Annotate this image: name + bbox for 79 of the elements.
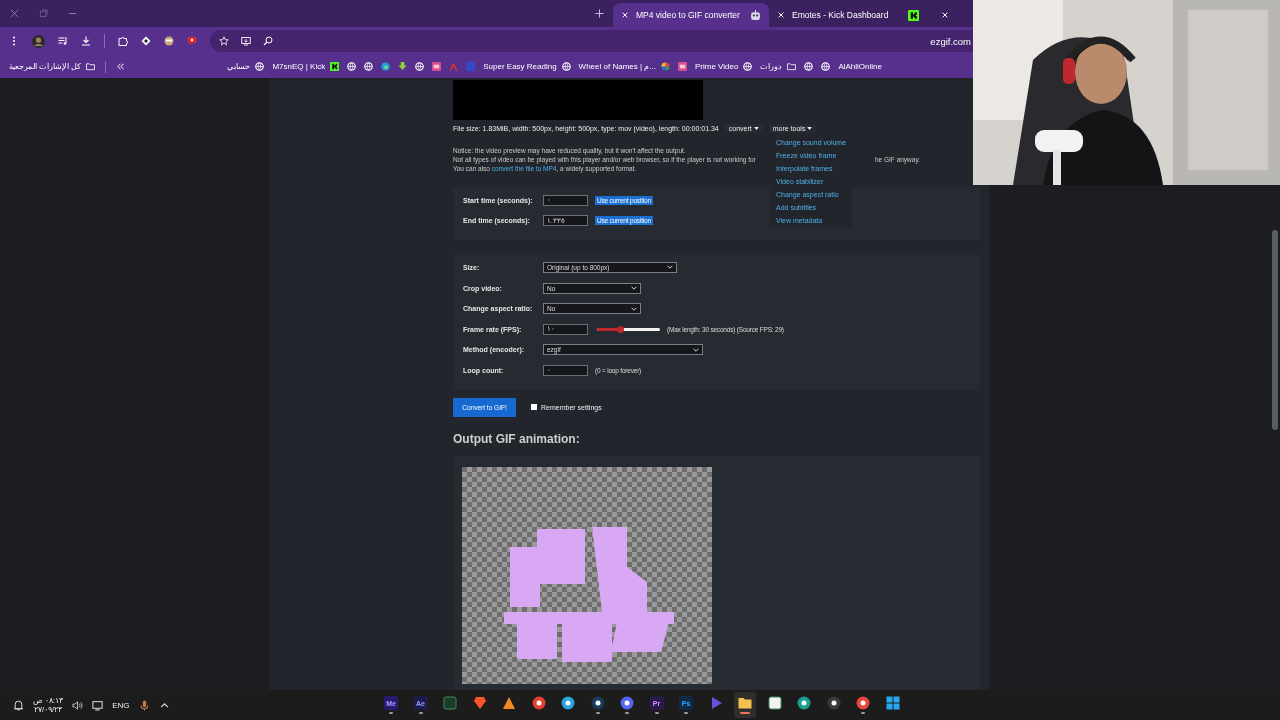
bookmark-button[interactable]: [398, 62, 408, 71]
kick-icon: [908, 9, 919, 21]
speech-bubble-icon[interactable]: [187, 36, 197, 46]
avatar-icon[interactable]: [32, 34, 45, 48]
globe-icon: [561, 62, 571, 71]
chevrons-icon[interactable]: [116, 62, 126, 71]
download-icon[interactable]: [81, 36, 91, 46]
bookmark-button[interactable]: Wheel of Names | م...: [578, 62, 670, 71]
bookmark-button[interactable]: M7snEQ | Kick: [272, 62, 340, 71]
checkbox[interactable]: [531, 404, 537, 411]
globe-icon: [347, 62, 357, 71]
section-heading: Output GIF animation:: [453, 430, 581, 447]
microphone-icon[interactable]: [138, 699, 150, 711]
bookmark-button[interactable]: [677, 62, 687, 71]
address-bar[interactable]: ezgif.com: [210, 30, 973, 52]
tile-icon: [677, 62, 687, 71]
speaker-icon[interactable]: [72, 699, 84, 711]
globe-icon: [415, 62, 425, 71]
bookmark-button[interactable]: [821, 62, 831, 71]
bookmark-button[interactable]: [415, 62, 425, 71]
slider[interactable]: [597, 327, 660, 331]
notification-icon[interactable]: [13, 699, 24, 711]
bookmark-star-icon[interactable]: [219, 36, 229, 46]
globe-icon: [804, 62, 814, 71]
taskbar-app[interactable]: [734, 692, 756, 718]
bookmark-button[interactable]: [804, 62, 814, 71]
store-icon: [767, 696, 782, 711]
wheel-icon: [660, 62, 670, 71]
caret-icon: [753, 127, 759, 131]
folder-icon: [787, 62, 797, 71]
bookmark-button[interactable]: Prime Video: [694, 62, 753, 71]
circle-icon: [590, 696, 605, 711]
bookmark-button[interactable]: دورات: [760, 62, 797, 71]
bookmark-button[interactable]: [432, 62, 442, 71]
triangle-icon: [502, 696, 516, 711]
extensions-icon[interactable]: [118, 36, 128, 46]
caret-icon: [631, 306, 637, 311]
edge-icon: [381, 62, 391, 71]
spreadsheet-icon: [443, 696, 457, 711]
robot-icon: [750, 9, 761, 21]
caret-icon: [693, 347, 699, 352]
caret-icon: [631, 286, 637, 291]
install-app-icon[interactable]: [241, 36, 251, 46]
globe-icon: [364, 62, 374, 71]
bookmark-button[interactable]: حسابي: [227, 62, 265, 71]
download-icon: [398, 62, 408, 71]
globe-icon: [821, 62, 831, 71]
caret-icon: [667, 265, 673, 270]
circle-icon: [620, 696, 634, 711]
bookmark-button[interactable]: [381, 62, 391, 71]
windows-icon: [885, 696, 900, 711]
circle-icon: [797, 696, 811, 711]
new-tab-icon[interactable]: [595, 9, 604, 18]
globe-icon: [743, 62, 753, 71]
circle-icon: [531, 696, 546, 711]
folder-icon: [738, 696, 752, 711]
diamond-icon[interactable]: [141, 36, 151, 46]
browser-tab[interactable]: MP4 video to GIF converter: [613, 3, 769, 27]
bookmark-button[interactable]: [347, 62, 357, 71]
playlist-icon[interactable]: [58, 36, 68, 46]
monitor-icon[interactable]: [92, 699, 104, 711]
bookmark-button[interactable]: [364, 62, 374, 71]
circle-icon: [826, 696, 841, 711]
square-icon: [466, 62, 476, 71]
globe-icon: [255, 62, 265, 71]
all-bookmarks-button[interactable]: كل الإشارات المرجعية: [9, 62, 96, 71]
language-indicator[interactable]: ENG: [112, 700, 130, 710]
bookmark-button[interactable]: AlAhliOnline: [838, 62, 882, 71]
scrollbar-thumb[interactable]: [1272, 230, 1278, 430]
circle-icon: [856, 696, 870, 711]
caret-icon: [807, 127, 813, 131]
search-icon[interactable]: [263, 36, 273, 46]
bookmark-button[interactable]: Super Easy Reading: [483, 62, 571, 71]
tile-icon: [432, 62, 442, 71]
kick-icon: [330, 62, 340, 71]
folder-icon: [86, 62, 96, 71]
document-icon: [449, 62, 459, 71]
browser-tab[interactable]: Emotes - Kick Dashboard: [769, 3, 927, 27]
circle-icon: [561, 696, 575, 711]
